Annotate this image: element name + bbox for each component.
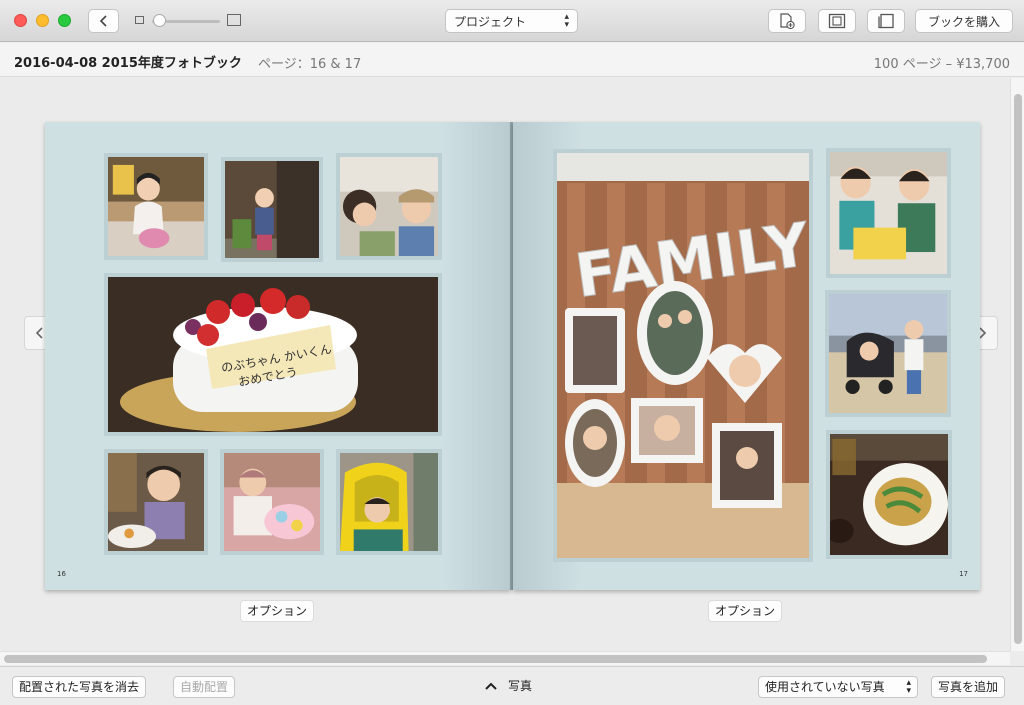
photo-pasta-dinner[interactable] <box>826 430 952 559</box>
autofill-button[interactable]: 自動配置 <box>173 676 236 698</box>
chevron-left-icon <box>35 327 43 339</box>
zoom-slider[interactable] <box>135 14 243 28</box>
clear-placed-photos-button[interactable]: 配置された写真を消去 <box>12 676 147 698</box>
updown-arrows-icon: ▴ ▾ <box>564 12 569 30</box>
chevron-up-icon <box>485 682 497 690</box>
bottom-bar: 配置された写真を消去 自動配置 写真 使用されていない写真 ▴ ▾ 写真を追加 <box>0 666 1024 705</box>
add-page-icon <box>780 13 795 30</box>
photo-baby-standing[interactable] <box>221 157 323 262</box>
book-canvas: のぶちゃん かいくん おめでとう 16 FAMILY 17 オプション オプショ… <box>0 78 1010 651</box>
photo-birthday-cake[interactable]: のぶちゃん かいくん おめでとう <box>104 273 442 436</box>
updown-arrows-icon: ▴ ▾ <box>906 678 911 696</box>
toolbar: プロジェクト ▴ ▾ ブックを購入 <box>0 0 1024 42</box>
photos-toggle[interactable]: 写真 <box>484 677 532 694</box>
left-page-options-button[interactable]: オプション <box>240 600 315 622</box>
right-page-options-button[interactable]: オプション <box>708 600 783 622</box>
photo-family-frame[interactable]: FAMILY <box>553 149 813 562</box>
horizontal-scroll-thumb[interactable] <box>4 655 987 663</box>
add-photos-button[interactable]: 写真を追加 <box>931 676 1006 698</box>
unused-photos-select[interactable]: 使用されていない写真 ▴ ▾ <box>758 676 918 698</box>
photo-stroller[interactable] <box>825 290 951 417</box>
photo-baby-eating[interactable] <box>104 449 208 555</box>
horizontal-scrollbar[interactable] <box>0 651 1010 665</box>
project-select[interactable]: プロジェクト ▴ ▾ <box>445 9 578 33</box>
photo-kids-playing[interactable] <box>220 449 324 555</box>
zoom-window-button[interactable] <box>58 14 71 27</box>
zoom-knob[interactable] <box>153 14 166 27</box>
photos-toggle-label: 写真 <box>508 679 533 693</box>
info-bar: 2016-04-08 2015年度フォトブック ページ：16 & 17 100 … <box>0 43 1024 77</box>
project-select-label: プロジェクト <box>454 14 527 29</box>
unused-photos-select-label: 使用されていない写真 <box>765 680 885 694</box>
add-page-button[interactable] <box>768 9 806 33</box>
left-page-number: 16 <box>57 570 66 578</box>
vertical-scrollbar[interactable] <box>1010 78 1024 651</box>
left-page[interactable]: のぶちゃん かいくん おめでとう 16 <box>45 122 511 590</box>
photo-baby-sitting[interactable] <box>104 153 208 260</box>
vertical-scroll-thumb[interactable] <box>1014 94 1022 644</box>
photo-two-kids[interactable] <box>336 153 442 260</box>
chevron-left-icon <box>99 15 107 27</box>
buy-book-button[interactable]: ブックを購入 <box>915 9 1013 33</box>
right-page-number: 17 <box>959 570 968 578</box>
small-photo-icon <box>135 16 144 24</box>
price-label: 100 ページ – ¥13,700 <box>873 57 1010 72</box>
book-title: 2016-04-08 2015年度フォトブック <box>14 56 242 71</box>
photo-baby-in-cart[interactable] <box>336 449 442 555</box>
cover-icon <box>878 13 894 29</box>
back-button[interactable] <box>88 9 119 33</box>
layout-icon <box>828 13 846 29</box>
photo-two-boys-reading[interactable] <box>826 148 951 278</box>
right-page[interactable]: FAMILY 17 <box>513 122 980 590</box>
cover-button[interactable] <box>867 9 905 33</box>
close-window-button[interactable] <box>14 14 27 27</box>
page-label: ページ：16 & 17 <box>258 57 362 72</box>
layout-button[interactable] <box>818 9 856 33</box>
large-photo-icon <box>227 14 241 26</box>
minimize-window-button[interactable] <box>36 14 49 27</box>
